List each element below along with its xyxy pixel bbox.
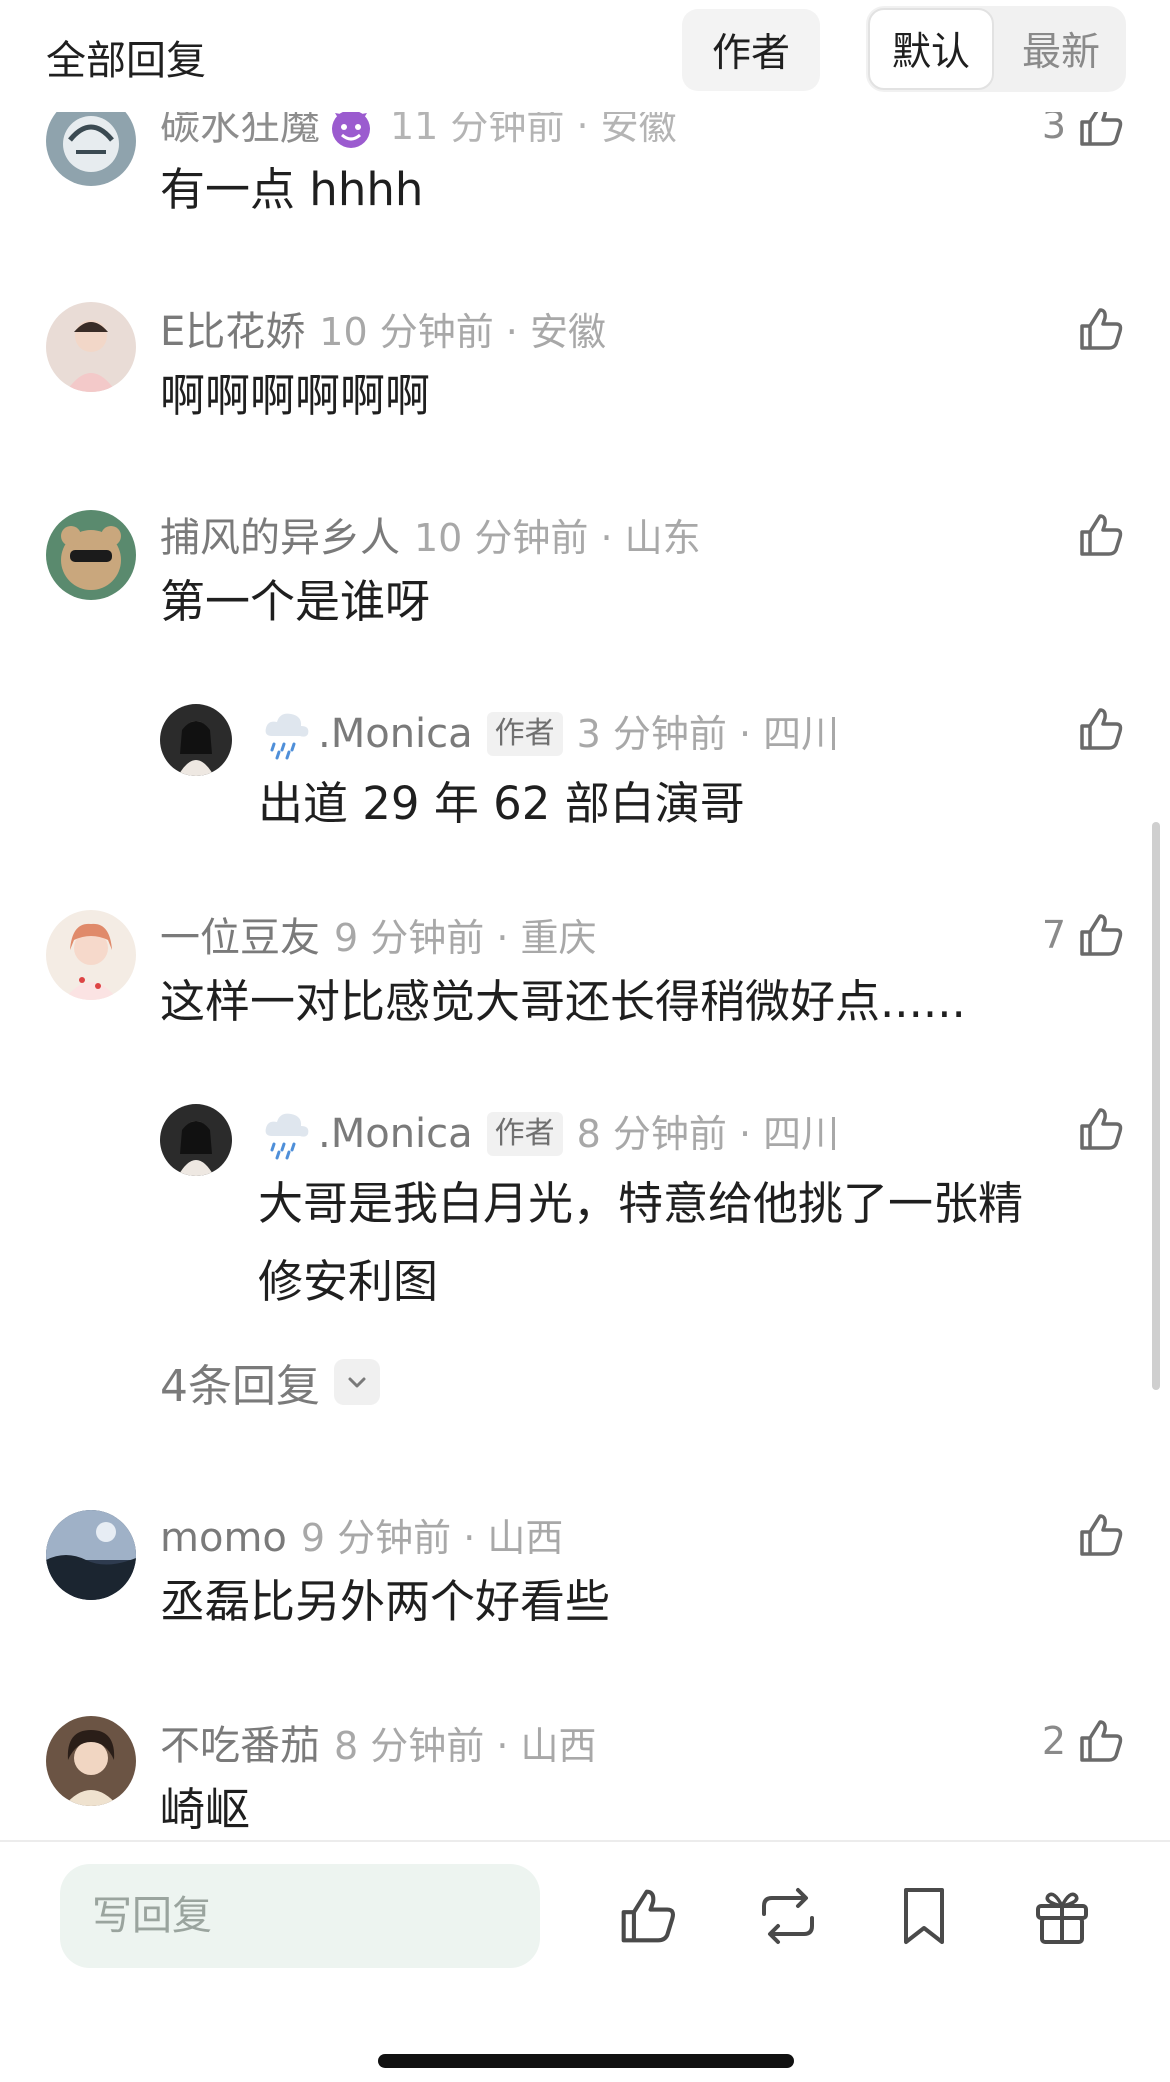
username[interactable]: E比花娇 — [160, 306, 305, 358]
thumbs-up-icon — [1080, 1514, 1123, 1556]
rain-cloud-icon — [265, 713, 309, 760]
like-count: 2 — [1041, 1719, 1066, 1763]
comment-time: 10 分钟前 · 山东 — [414, 516, 701, 560]
author-tag: 作者 — [486, 1112, 563, 1156]
like-button[interactable] — [1066, 1104, 1126, 1154]
like-button[interactable]: 7 — [1042, 910, 1126, 960]
comment-time: 8 分钟前 · 山西 — [334, 1724, 597, 1768]
author-tag: 作者 — [486, 712, 563, 756]
rain-cloud-icon — [265, 1113, 309, 1160]
scrollbar[interactable] — [1152, 822, 1160, 1390]
like-button[interactable] — [1066, 304, 1126, 354]
header: 全部回复 作者 默认 最新 — [0, 0, 1170, 112]
like-button[interactable] — [1066, 704, 1126, 754]
thumbs-up-icon — [1080, 514, 1123, 556]
comment-text-line: 修安利图 — [258, 1255, 439, 1308]
repost-icon — [762, 1888, 814, 1944]
gift-button[interactable] — [1026, 1880, 1098, 1952]
bookmark-icon — [904, 1888, 944, 1944]
comment-text-line: 大哥是我白月光，特意给他挑了一张精 — [258, 1177, 1024, 1230]
thumbs-up-icon — [1080, 1108, 1123, 1150]
sort-latest-tab[interactable]: 最新 — [1000, 8, 1122, 90]
thumbs-up-icon — [1080, 914, 1123, 956]
sort-toggle: 默认 最新 — [866, 6, 1126, 92]
like-button[interactable] — [1066, 1510, 1126, 1560]
like-count: 7 — [1041, 913, 1066, 957]
avatar[interactable] — [46, 1716, 136, 1806]
thumbs-up-icon — [1080, 1720, 1123, 1762]
comment-time: 10 分钟前 · 安徽 — [319, 310, 606, 354]
comment-text: 第一个是谁呀 — [160, 575, 431, 628]
comment-text: 出道 29 年 62 部白演哥 — [258, 777, 745, 830]
comment-meta: .Monica 作者 8 分钟前 · 四川 — [258, 1106, 839, 1162]
reply-input[interactable] — [60, 1864, 540, 1968]
chevron-down-icon — [334, 1359, 380, 1405]
comment-text: 这样一对比感觉大哥还长得稍微好点...... — [160, 975, 966, 1028]
like-button[interactable]: 2 — [1042, 1716, 1126, 1766]
author-filter-button[interactable]: 作者 — [682, 9, 820, 91]
comment-meta: 捕风的异乡人 10 分钟前 · 山东 — [160, 512, 701, 564]
avatar[interactable] — [160, 1104, 232, 1176]
comment-meta: E比花娇 10 分钟前 · 安徽 — [160, 306, 606, 358]
comment-time: 3 分钟前 · 四川 — [576, 712, 840, 756]
comment-time: 8 分钟前 · 四川 — [576, 1112, 840, 1156]
username[interactable]: 一位豆友 — [160, 912, 320, 964]
comment-text: 啊啊啊啊啊啊 — [160, 369, 431, 422]
comment-text: 丞磊比另外两个好看些 — [160, 1575, 611, 1628]
like-button[interactable] — [1066, 510, 1126, 560]
username[interactable]: .Monica — [318, 708, 473, 760]
comment-time: 9 分钟前 · 重庆 — [334, 916, 597, 960]
replies-count-label: 4条回复 — [160, 1361, 320, 1412]
comment-meta: momo 9 分钟前 · 山西 — [160, 1512, 563, 1564]
username[interactable]: 不吃番茄 — [160, 1720, 320, 1772]
username[interactable]: 捕风的异乡人 — [160, 512, 400, 564]
comment-meta: 不吃番茄 8 分钟前 · 山西 — [160, 1720, 597, 1772]
comment-time: 9 分钟前 · 山西 — [300, 1516, 564, 1560]
repost-button[interactable] — [752, 1880, 824, 1952]
thumbs-up-icon — [1080, 708, 1123, 750]
bookmark-button[interactable] — [888, 1880, 960, 1952]
avatar[interactable] — [46, 510, 136, 600]
thumbs-up-icon — [1080, 308, 1123, 350]
username[interactable]: momo — [160, 1512, 287, 1564]
header-title: 全部回复 — [46, 38, 206, 84]
comment-meta: 一位豆友 9 分钟前 · 重庆 — [160, 912, 597, 964]
username[interactable]: .Monica — [318, 1108, 473, 1160]
avatar[interactable] — [46, 910, 136, 1000]
expand-replies-button[interactable]: 4条回复 — [160, 1350, 380, 1414]
like-post-button[interactable] — [612, 1880, 684, 1952]
home-indicator[interactable] — [378, 2054, 794, 2068]
avatar[interactable] — [46, 302, 136, 392]
comment-text: 崎岖 — [160, 1783, 251, 1836]
thumbs-up-icon — [621, 1889, 676, 1943]
bottom-bar — [0, 1840, 1170, 2082]
gift-icon — [1036, 1892, 1088, 1944]
comment-text: 有一点 hhhh — [160, 163, 424, 216]
sort-default-tab[interactable]: 默认 — [868, 8, 994, 90]
avatar[interactable] — [46, 1510, 136, 1600]
comment-meta: .Monica 作者 3 分钟前 · 四川 — [258, 706, 839, 762]
avatar[interactable] — [160, 704, 232, 776]
